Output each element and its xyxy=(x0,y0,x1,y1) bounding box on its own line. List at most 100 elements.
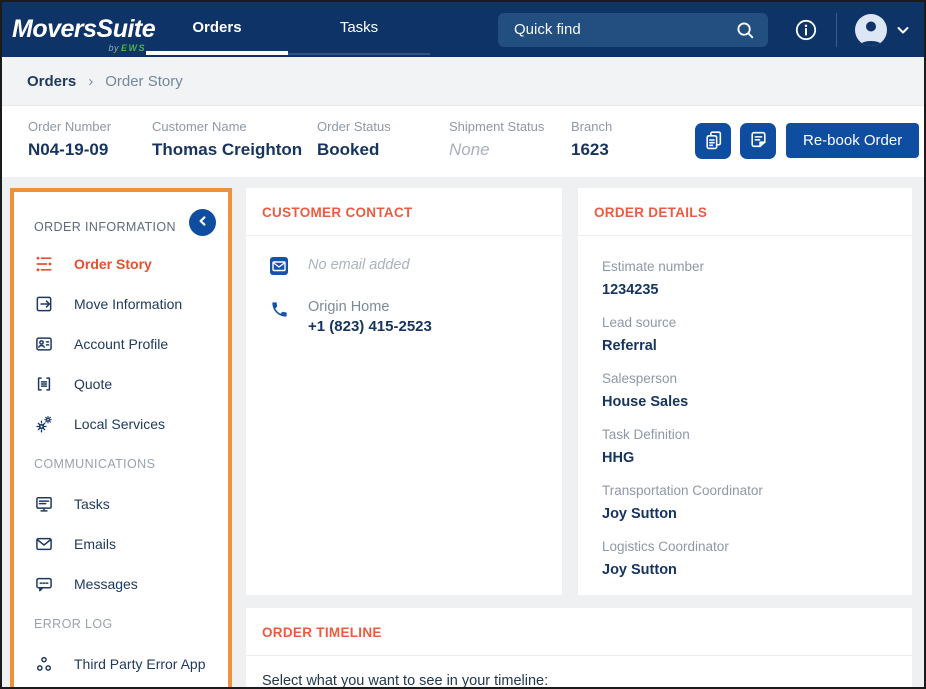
lead-source-field: Lead source Referral xyxy=(602,314,896,356)
order-details-card: ORDER DETAILS Estimate number 1234235 Le… xyxy=(578,188,912,595)
sidebar-item-label: Local Services xyxy=(74,416,165,432)
tab-orders[interactable]: Orders xyxy=(146,4,288,55)
salesperson-value: House Sales xyxy=(602,392,896,412)
estimate-number-value: 1234235 xyxy=(602,280,896,300)
order-summary-bar: Order Number N04-19-09 Customer Name Tho… xyxy=(2,106,924,177)
sidebar-item-label: Account Profile xyxy=(74,336,168,352)
account-card-icon xyxy=(34,334,54,354)
estimate-number-label: Estimate number xyxy=(602,258,896,276)
sidebar-item-label: Tasks xyxy=(74,496,110,512)
customer-contact-header: CUSTOMER CONTACT xyxy=(246,188,562,236)
order-status-field: Order Status Booked xyxy=(317,119,391,160)
sidebar-item-label: Order Story xyxy=(74,256,152,272)
salesperson-field: Salesperson House Sales xyxy=(602,370,896,412)
task-definition-value: HHG xyxy=(602,448,896,468)
sidebar-item-order-story[interactable]: Order Story xyxy=(14,244,228,284)
order-number-value: N04-19-09 xyxy=(28,140,111,160)
phone-number: +1 (823) 415-2523 xyxy=(308,318,432,335)
note-icon xyxy=(748,129,769,153)
app-logo[interactable]: MoversSuite byEWS xyxy=(12,17,144,42)
main-content: ORDER INFORMATION xyxy=(2,177,924,687)
sidebar-item-third-party-error-app[interactable]: Third Party Error App xyxy=(14,644,228,684)
top-navbar: MoversSuite byEWS Orders Tasks xyxy=(2,2,924,57)
ews-brand: EWS xyxy=(121,43,146,53)
move-icon xyxy=(34,294,54,314)
customer-contact-card: CUSTOMER CONTACT No email added xyxy=(246,188,562,595)
email-row[interactable]: No email added xyxy=(270,256,546,275)
monitor-icon xyxy=(34,494,54,514)
phone-label: Origin Home xyxy=(308,299,432,315)
breadcrumb-separator: › xyxy=(88,73,93,90)
topbar-divider xyxy=(836,13,837,47)
chevron-down-icon[interactable] xyxy=(896,23,910,37)
quote-icon xyxy=(34,374,54,394)
avatar-icon[interactable] xyxy=(855,14,887,46)
sidebar-item-move-information[interactable]: Move Information xyxy=(14,284,228,324)
share-nodes-icon xyxy=(34,654,54,674)
copy-order-button[interactable] xyxy=(695,123,731,159)
email-empty-text: No email added xyxy=(308,257,410,273)
phone-row[interactable]: Origin Home +1 (823) 415-2523 xyxy=(270,299,546,335)
shipment-status-label: Shipment Status xyxy=(449,119,544,135)
shipment-status-value: None xyxy=(449,140,544,160)
shipment-status-field: Shipment Status None xyxy=(449,119,544,160)
order-status-value: Booked xyxy=(317,140,391,160)
breadcrumb: Orders › Order Story xyxy=(2,57,924,106)
customer-name-field: Customer Name Thomas Creighton xyxy=(152,119,302,160)
quick-find-input[interactable] xyxy=(514,21,734,38)
breadcrumb-orders[interactable]: Orders xyxy=(27,73,76,90)
copy-document-icon xyxy=(703,129,724,153)
customer-name-label: Customer Name xyxy=(152,119,302,135)
order-timeline-title: ORDER TIMELINE xyxy=(262,625,382,640)
sidebar-section-communications: COMMUNICATIONS xyxy=(14,444,228,484)
envelope-icon xyxy=(34,534,54,554)
logistics-coordinator-field: Logistics Coordinator Joy Sutton xyxy=(602,538,896,580)
branch-label: Branch xyxy=(571,119,612,135)
quick-find-box[interactable] xyxy=(498,13,768,47)
order-details-header: ORDER DETAILS xyxy=(578,188,912,236)
sidebar-item-label: Quote xyxy=(74,376,112,392)
order-timeline-header: ORDER TIMELINE xyxy=(246,608,912,656)
branch-value: 1623 xyxy=(571,140,612,160)
gears-icon xyxy=(34,414,54,434)
info-icon[interactable] xyxy=(794,18,818,42)
tab-tasks-label: Tasks xyxy=(340,19,378,36)
sidebar-collapse-button[interactable] xyxy=(189,209,216,236)
order-notes-button[interactable] xyxy=(740,123,776,159)
sidebar-item-tasks[interactable]: Tasks xyxy=(14,484,228,524)
customer-contact-title: CUSTOMER CONTACT xyxy=(262,205,413,220)
phone-details: Origin Home +1 (823) 415-2523 xyxy=(308,299,432,335)
timeline-icon xyxy=(34,254,54,274)
order-details-body: Estimate number 1234235 Lead source Refe… xyxy=(578,236,912,580)
rebook-order-button[interactable]: Re-book Order xyxy=(786,123,919,158)
sidebar-item-local-services[interactable]: Local Services xyxy=(14,404,228,444)
logistics-coordinator-label: Logistics Coordinator xyxy=(602,538,896,556)
task-definition-field: Task Definition HHG xyxy=(602,426,896,468)
order-status-label: Order Status xyxy=(317,119,391,135)
tab-orders-label: Orders xyxy=(192,19,241,36)
task-definition-label: Task Definition xyxy=(602,426,896,444)
order-timeline-card: ORDER TIMELINE Select what you want to s… xyxy=(246,608,912,689)
chat-icon xyxy=(34,574,54,594)
sidebar-item-account-profile[interactable]: Account Profile xyxy=(14,324,228,364)
transportation-coordinator-field: Transportation Coordinator Joy Sutton xyxy=(602,482,896,524)
order-information-sidebar: ORDER INFORMATION xyxy=(10,188,232,689)
customer-contact-body: No email added Origin Home +1 (823) 415-… xyxy=(246,236,562,335)
logo-byline: byEWS xyxy=(108,43,146,53)
tab-tasks[interactable]: Tasks xyxy=(288,4,430,55)
order-number-field: Order Number N04-19-09 xyxy=(28,119,111,160)
phone-icon xyxy=(270,300,290,319)
estimate-number-field: Estimate number 1234235 xyxy=(602,258,896,300)
sidebar-item-label: Emails xyxy=(74,536,116,552)
transportation-coordinator-value: Joy Sutton xyxy=(602,504,896,524)
order-details-title: ORDER DETAILS xyxy=(594,205,707,220)
sidebar-item-quote[interactable]: Quote xyxy=(14,364,228,404)
order-number-label: Order Number xyxy=(28,119,111,135)
search-icon[interactable] xyxy=(734,19,756,41)
transportation-coordinator-label: Transportation Coordinator xyxy=(602,482,896,500)
salesperson-label: Salesperson xyxy=(602,370,896,388)
sidebar-item-messages[interactable]: Messages xyxy=(14,564,228,604)
branch-field: Branch 1623 xyxy=(571,119,612,160)
sidebar-item-label: Move Information xyxy=(74,296,182,312)
sidebar-item-emails[interactable]: Emails xyxy=(14,524,228,564)
